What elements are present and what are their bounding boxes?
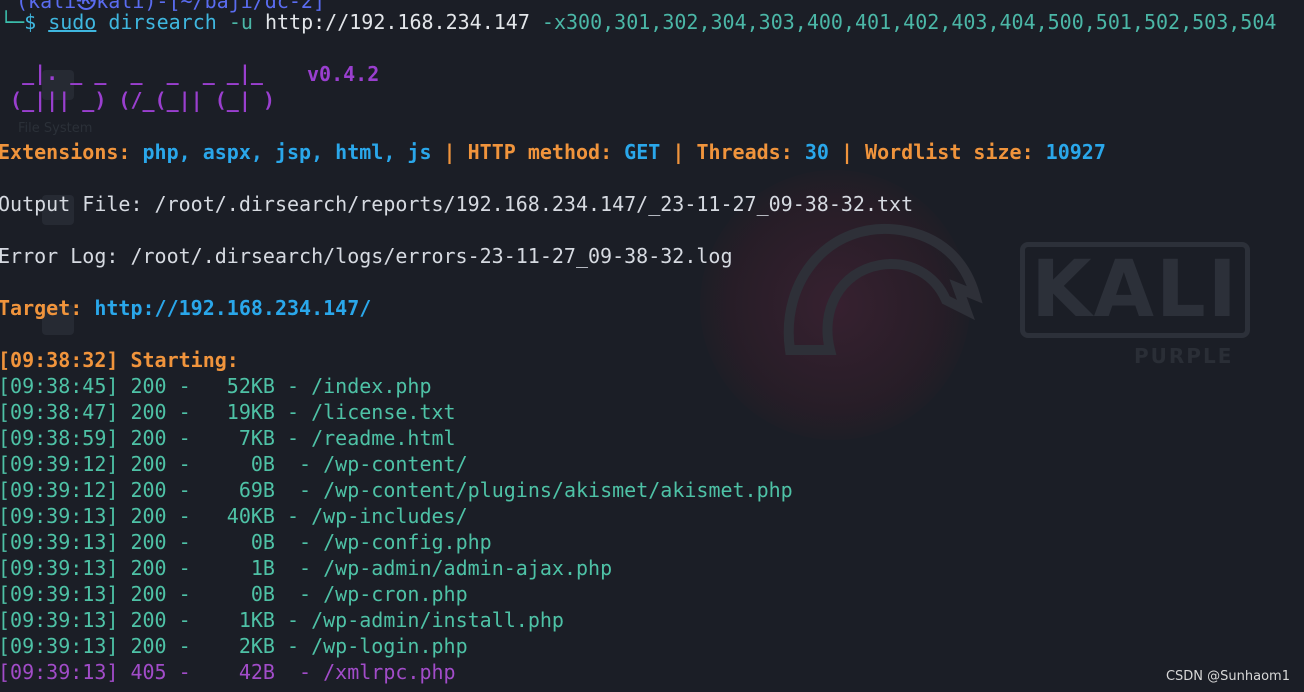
- method-label: HTTP method:: [467, 140, 613, 164]
- result-path: /readme.html: [311, 426, 456, 450]
- result-size: 52KB: [226, 374, 275, 398]
- starting-label: Starting:: [130, 348, 239, 372]
- watermark: CSDN @Sunhaom1: [1165, 669, 1290, 684]
- target-label: Target:: [0, 296, 83, 320]
- result-path: /wp-content/plugins/akismet/akismet.php: [323, 478, 793, 502]
- command-line: └─$ sudo dirsearch -u http://192.168.234…: [0, 9, 1276, 35]
- result-time: [09:39:13]: [0, 530, 119, 554]
- result-size: 19KB: [226, 400, 275, 424]
- separator: |: [840, 140, 853, 164]
- result-size: 1B: [250, 556, 275, 580]
- result-row: [09:39:13] 200 - 1KB - /wp-admin/install…: [0, 608, 564, 632]
- result-status: 200: [130, 582, 167, 606]
- cmd-flag-u: -u: [228, 10, 253, 34]
- result-path: /license.txt: [311, 400, 456, 424]
- result-status: 200: [130, 478, 167, 502]
- banner-art-line-2: (_||| _) (/_(_|| (_| ): [0, 88, 275, 112]
- result-row: [09:38:47] 200 - 19KB - /license.txt: [0, 400, 456, 424]
- threads-label: Threads:: [696, 140, 793, 164]
- result-row: [09:38:59] 200 - 7KB - /readme.html: [0, 426, 456, 450]
- result-status: 200: [130, 530, 167, 554]
- result-time: [09:39:13]: [0, 556, 119, 580]
- result-row: [09:39:13] 200 - 0B - /wp-config.php: [0, 530, 492, 554]
- result-status: 200: [130, 608, 167, 632]
- result-time: [09:39:12]: [0, 452, 119, 476]
- banner-art-line-1: _|. _ _ _ _ _ _|_: [0, 61, 263, 85]
- result-time: [09:39:12]: [0, 478, 119, 502]
- error-log-line: Error Log: /root/.dirsearch/logs/errors-…: [0, 244, 733, 268]
- result-path: /index.php: [311, 374, 432, 398]
- result-status: 200: [130, 374, 167, 398]
- kali-dragon-icon: [783, 223, 983, 355]
- result-row: [09:39:13] 200 - 40KB - /wp-includes/: [0, 504, 468, 528]
- result-size: 1KB: [238, 608, 275, 632]
- separator: |: [443, 140, 456, 164]
- target-url: http://192.168.234.147/: [94, 296, 372, 320]
- result-status: 200: [130, 634, 167, 658]
- result-path: /wp-admin/admin-ajax.php: [323, 556, 613, 580]
- result-size: 40KB: [226, 504, 275, 528]
- kali-logo-subtitle: PURPLE: [1134, 344, 1234, 368]
- cmd-sudo: sudo: [48, 10, 97, 34]
- method-value: GET: [624, 140, 661, 164]
- result-status: 200: [130, 426, 167, 450]
- kali-logo-box: KALI: [1020, 242, 1250, 338]
- wordlist-label: Wordlist size:: [865, 140, 1034, 164]
- result-time: [09:39:13]: [0, 608, 119, 632]
- result-row: [09:39:13] 200 - 1B - /wp-admin/admin-aj…: [0, 556, 613, 580]
- ext-value: php, aspx, jsp, html, js: [142, 140, 432, 164]
- result-time: [09:38:45]: [0, 374, 119, 398]
- result-path: /wp-login.php: [311, 634, 468, 658]
- result-status: 200: [130, 556, 167, 580]
- result-path: /wp-includes/: [311, 504, 468, 528]
- result-path: /wp-config.php: [323, 530, 492, 554]
- result-status: 200: [130, 452, 167, 476]
- banner-version: v0.4.2: [307, 62, 380, 86]
- result-row: [09:39:12] 200 - 0B - /wp-content/: [0, 452, 468, 476]
- result-path: /xmlrpc.php: [323, 660, 456, 684]
- result-size: 0B: [250, 530, 275, 554]
- prompt-symbol: $: [24, 10, 37, 34]
- wordlist-value: 10927: [1045, 140, 1106, 164]
- config-line: Extensions: php, aspx, jsp, html, js | H…: [0, 139, 1106, 165]
- result-status: 405: [130, 660, 167, 684]
- result-row: [09:38:45] 200 - 52KB - /index.php: [0, 374, 432, 398]
- result-time: [09:38:47]: [0, 400, 119, 424]
- result-time: [09:38:59]: [0, 426, 119, 450]
- result-size: 0B: [250, 582, 275, 606]
- result-status: 200: [130, 504, 167, 528]
- result-size: 2KB: [238, 634, 275, 658]
- separator: |: [672, 140, 685, 164]
- prompt-bar: └─: [0, 10, 25, 34]
- ext-label: Extensions:: [0, 140, 131, 164]
- result-row: [09:39:13] 200 - 2KB - /wp-login.php: [0, 634, 468, 658]
- result-time: [09:39:13]: [0, 660, 119, 684]
- result-time: [09:39:13]: [0, 634, 119, 658]
- result-path: /wp-admin/install.php: [311, 608, 564, 632]
- result-size: 42B: [238, 660, 275, 684]
- desktop-label: File System: [18, 121, 93, 136]
- result-time: [09:39:13]: [0, 582, 119, 606]
- result-row: [09:39:13] 200 - 0B - /wp-cron.php: [0, 582, 468, 606]
- result-row: [09:39:12] 200 - 69B - /wp-content/plugi…: [0, 478, 793, 502]
- starting-line: [09:38:32] Starting:: [0, 347, 239, 373]
- output-file-line: Output File: /root/.dirsearch/reports/19…: [0, 192, 914, 216]
- threads-value: 30: [804, 140, 829, 164]
- cmd-url: http://192.168.234.147: [264, 10, 530, 34]
- cmd-flag-x: -x300,301,302,304,303,400,401,402,403,40…: [541, 10, 1277, 34]
- result-path: /wp-cron.php: [323, 582, 468, 606]
- result-path: /wp-content/: [323, 452, 468, 476]
- starting-time: [09:38:32]: [0, 348, 119, 372]
- result-status: 200: [130, 400, 167, 424]
- target-line: Target: http://192.168.234.147/: [0, 295, 371, 321]
- result-time: [09:39:13]: [0, 504, 119, 528]
- cmd-dirsearch: dirsearch: [108, 10, 217, 34]
- result-row: [09:39:13] 405 - 42B - /xmlrpc.php: [0, 660, 456, 684]
- result-size: 69B: [238, 478, 275, 502]
- result-size: 0B: [250, 452, 275, 476]
- result-size: 7KB: [238, 426, 275, 450]
